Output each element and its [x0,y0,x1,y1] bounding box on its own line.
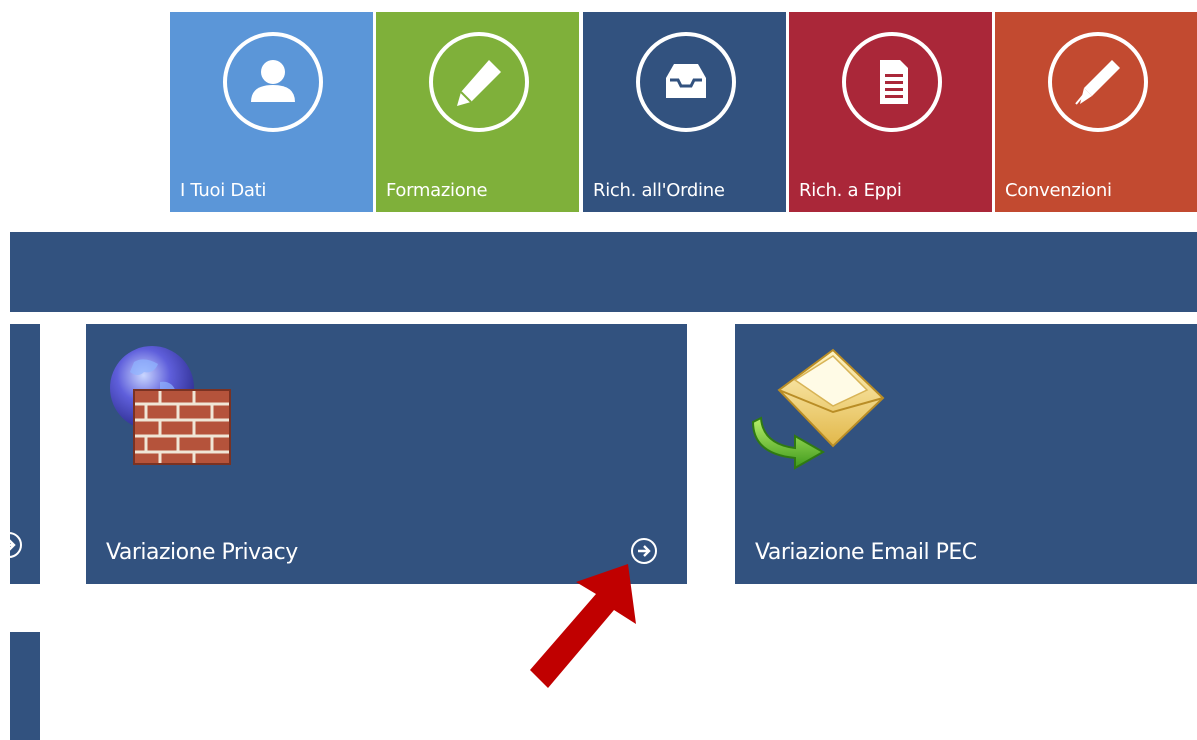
tile-convenzioni[interactable]: Convenzioni [995,12,1197,212]
inbox-icon [665,64,706,98]
annotation-arrow-icon [530,564,636,688]
tile-rich-all-ordine[interactable]: Rich. all'Ordine [583,12,786,212]
tile-rich-a-eppi[interactable]: Rich. a Eppi [789,12,992,212]
tile-icon-circle [428,32,529,132]
user-icon [250,60,295,102]
tile-label: I Tuoi Dati [180,180,267,201]
tile-label: Formazione [386,180,488,201]
partial-card-left[interactable] [0,324,40,584]
tile-icon-circle [222,32,323,132]
email-forward-icon [751,348,885,470]
partial-card-left-lower[interactable] [10,632,40,740]
document-icon [879,60,908,104]
tile-i-tuoi-dati[interactable]: I Tuoi Dati [170,12,373,212]
firewall-globe-icon [110,346,231,465]
card-variazione-privacy[interactable]: Variazione Privacy [86,324,687,584]
pencil-icon [456,60,501,106]
card-label: Variazione Privacy [106,540,298,565]
tile-formazione[interactable]: Formazione [376,12,579,212]
tile-label: Rich. all'Ordine [593,180,725,201]
card-variazione-email-pec[interactable]: Variazione Email PEC [735,324,1197,584]
tile-label: Convenzioni [1005,180,1112,201]
section-banner [10,232,1197,312]
card-label: Variazione Email PEC [755,540,977,565]
pen-icon [1074,60,1120,105]
tile-label: Rich. a Eppi [799,180,902,201]
tile-icon-circle [841,32,942,132]
tile-icon-circle [635,32,736,132]
arrow-right-circle-icon[interactable] [0,532,22,558]
tile-icon-circle [1047,32,1148,132]
